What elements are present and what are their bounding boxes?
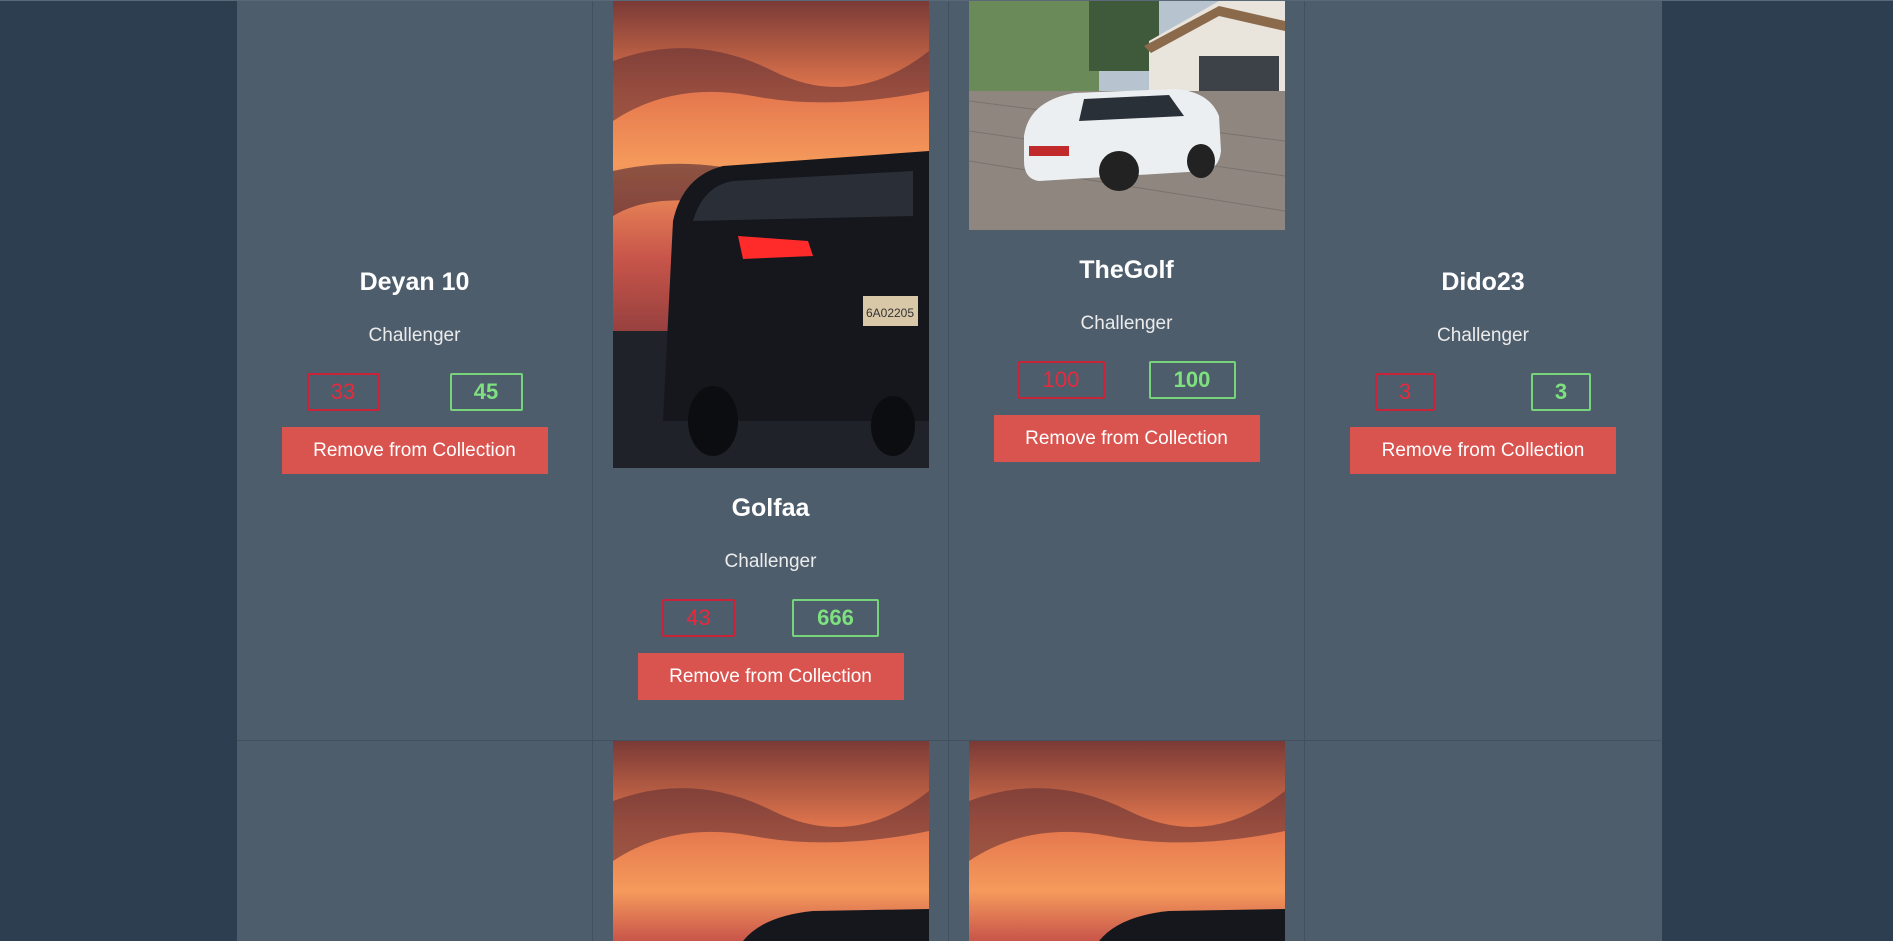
- card-role: Challenger: [1080, 313, 1173, 334]
- car-photo[interactable]: [968, 741, 1285, 941]
- loss-count-badge: 100: [1017, 361, 1105, 399]
- car-photo[interactable]: 6A02205: [612, 1, 929, 468]
- loss-count-badge: 33: [306, 373, 380, 411]
- remove-from-collection-button[interactable]: Remove from Collection: [637, 653, 904, 700]
- collection-card: [237, 741, 593, 941]
- card-stats: 33 45: [306, 373, 523, 411]
- card-stats: 43 666: [662, 599, 879, 637]
- collection-grid: Deyan 10 Challenger 33 45 Remove from Co…: [237, 1, 1662, 941]
- card-name: TheGolf: [1079, 256, 1174, 284]
- collection-card: Deyan 10 Challenger 33 45 Remove from Co…: [237, 1, 593, 741]
- win-count-badge: 666: [792, 599, 879, 637]
- win-count-badge: 100: [1148, 361, 1236, 399]
- collection-card: [1305, 741, 1661, 941]
- remove-from-collection-button[interactable]: Remove from Collection: [993, 415, 1260, 462]
- car-photo[interactable]: [968, 1, 1285, 230]
- collection-card: TheGolf Challenger 100 100 Remove from C…: [949, 1, 1305, 741]
- collection-card: Dido23 Challenger 3 3 Remove from Collec…: [1305, 1, 1661, 741]
- collection-card: 6A02205 Golfaa Challenger 43 666 Remove …: [593, 1, 949, 741]
- win-count-badge: 3: [1531, 373, 1591, 411]
- car-photo[interactable]: [612, 741, 929, 941]
- collection-card: [593, 741, 949, 941]
- card-name: Golfaa: [731, 494, 810, 522]
- card-name: Deyan 10: [359, 268, 470, 296]
- remove-from-collection-button[interactable]: Remove from Collection: [1350, 427, 1616, 474]
- collection-card: [949, 741, 1305, 941]
- svg-text:6A02205: 6A02205: [865, 306, 913, 320]
- card-name: Dido23: [1441, 268, 1525, 296]
- card-stats: 100 100: [1017, 361, 1236, 399]
- win-count-badge: 45: [449, 373, 523, 411]
- card-role: Challenger: [368, 325, 461, 346]
- card-role: Challenger: [1437, 325, 1529, 346]
- card-stats: 3 3: [1375, 373, 1591, 411]
- loss-count-badge: 3: [1375, 373, 1435, 411]
- loss-count-badge: 43: [662, 599, 735, 637]
- remove-from-collection-button[interactable]: Remove from Collection: [281, 427, 548, 474]
- card-role: Challenger: [724, 551, 817, 572]
